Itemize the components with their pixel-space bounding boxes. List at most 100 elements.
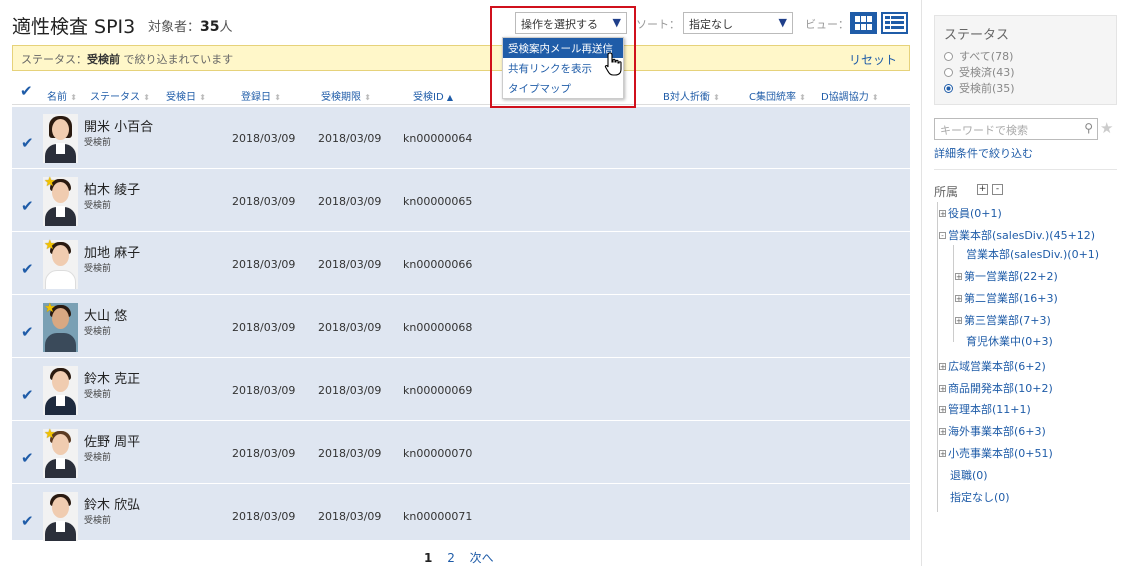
tree-item[interactable]: 育児休業中(0+3) xyxy=(966,333,1053,349)
expand-icon[interactable]: + xyxy=(939,385,946,393)
status-option-all[interactable]: すべて(78) xyxy=(944,48,1107,64)
sort-select[interactable]: 指定なし ▼ xyxy=(683,12,793,34)
expand-icon[interactable]: + xyxy=(939,210,946,218)
candidate-name[interactable]: 鈴木 欣弘 xyxy=(84,494,140,513)
avatar xyxy=(43,114,78,163)
sort-icon: ⬍ xyxy=(143,93,150,102)
table-row[interactable]: ✔ 鈴木 克正 受検前 2018/03/09 2018/03/09 kn0000… xyxy=(12,359,910,421)
favorite-star-icon[interactable]: ★ xyxy=(1100,119,1113,137)
expand-icon[interactable]: + xyxy=(939,450,946,458)
list-view-button[interactable] xyxy=(881,12,908,34)
tree-item[interactable]: 退職(0) xyxy=(950,467,988,483)
reg-date: 2018/03/09 xyxy=(232,384,296,397)
org-title: 所属 xyxy=(934,185,959,199)
table-row[interactable]: ✔ 鈴木 欣弘 受検前 2018/03/09 2018/03/09 kn0000… xyxy=(12,485,910,541)
collapse-icon[interactable]: - xyxy=(939,232,946,240)
row-checkbox[interactable]: ✔ xyxy=(21,197,34,215)
sort-label: ソート： xyxy=(636,18,680,31)
tree-item[interactable]: + 商品開発本部(10+2) xyxy=(939,380,1053,396)
tree-item[interactable]: + 広域営業本部(6+2) xyxy=(939,358,1046,374)
status-filter-title: ステータス xyxy=(944,28,1010,43)
expand-icon[interactable]: + xyxy=(955,317,962,325)
col-exam-date[interactable]: 受検日 ⬍ xyxy=(166,88,206,103)
avatar xyxy=(43,492,78,541)
reset-link[interactable]: リセット xyxy=(849,51,897,68)
col-name[interactable]: 名前 ⬍ xyxy=(47,88,77,103)
tree-item[interactable]: 指定なし(0) xyxy=(950,489,1010,505)
select-all-checkbox[interactable]: ✔ xyxy=(20,84,34,99)
sidebar-divider xyxy=(934,169,1117,170)
col-d[interactable]: D協調協力 ⬍ xyxy=(821,88,879,103)
sidebar: ステータス すべて(78) 受検済(43) 受検前(35) キーワードで検索 ⚲… xyxy=(921,0,1128,566)
exam-id: kn00000064 xyxy=(403,132,473,145)
tree-item[interactable]: + 海外事業本部(6+3) xyxy=(939,423,1046,439)
table-row[interactable]: ✔ 開米 小百合 受検前 2018/03/09 2018/03/09 kn000… xyxy=(12,107,910,169)
view-label: ビュー： xyxy=(805,18,849,31)
table-row[interactable]: ✔ ★ 柏木 綾子 受検前 2018/03/09 2018/03/09 kn00… xyxy=(12,170,910,232)
reg-date: 2018/03/09 xyxy=(232,258,296,271)
sort-asc-icon: ▲ xyxy=(446,93,453,102)
page-link-2[interactable]: 2 xyxy=(447,551,455,565)
tree-item[interactable]: + 第二営業部(16+3) xyxy=(955,290,1058,306)
deadline: 2018/03/09 xyxy=(318,384,382,397)
row-checkbox[interactable]: ✔ xyxy=(21,449,34,467)
row-checkbox[interactable]: ✔ xyxy=(21,386,34,404)
reg-date: 2018/03/09 xyxy=(232,510,296,523)
search-icon[interactable]: ⚲ xyxy=(1084,121,1093,135)
menu-item-type-map[interactable]: タイプマップ xyxy=(503,78,623,98)
table-row[interactable]: ✔ ★ 大山 悠 受検前 2018/03/09 2018/03/09 kn000… xyxy=(12,296,910,358)
header-divider xyxy=(12,104,910,105)
row-checkbox[interactable]: ✔ xyxy=(21,323,34,341)
col-c[interactable]: C集団統率 ⬍ xyxy=(749,88,806,103)
col-status[interactable]: ステータス ⬍ xyxy=(90,88,150,103)
reg-date: 2018/03/09 xyxy=(232,447,296,460)
expand-icon[interactable]: + xyxy=(939,363,946,371)
sort-icon: ⬍ xyxy=(713,93,720,102)
next-page-link[interactable]: 次へ xyxy=(470,551,494,565)
avatar xyxy=(43,366,78,415)
candidate-name[interactable]: 加地 麻子 xyxy=(84,242,140,261)
expand-icon[interactable]: + xyxy=(955,273,962,281)
status-option-done[interactable]: 受検済(43) xyxy=(944,64,1107,80)
row-checkbox[interactable]: ✔ xyxy=(21,134,34,152)
table-row[interactable]: ✔ ★ 加地 麻子 受検前 2018/03/09 2018/03/09 kn00… xyxy=(12,233,910,295)
exam-id: kn00000071 xyxy=(403,510,473,523)
exam-id: kn00000069 xyxy=(403,384,473,397)
candidate-name[interactable]: 大山 悠 xyxy=(84,305,127,324)
tree-item[interactable]: - 営業本部(salesDiv.)(45+12) xyxy=(939,227,1095,243)
tree-item[interactable]: + 小売事業本部(0+51) xyxy=(939,445,1053,461)
tree-item[interactable]: + 第三営業部(7+3) xyxy=(955,312,1051,328)
col-deadline[interactable]: 受検期限 ⬍ xyxy=(321,88,371,103)
candidate-name[interactable]: 佐野 周平 xyxy=(84,431,140,450)
candidate-status: 受検前 xyxy=(84,264,112,274)
star-icon: ★ xyxy=(44,301,56,316)
expand-all-icon[interactable]: + xyxy=(977,184,988,195)
col-b[interactable]: B対人折衝 ⬍ xyxy=(663,88,720,103)
reg-date: 2018/03/09 xyxy=(232,321,296,334)
row-checkbox[interactable]: ✔ xyxy=(21,260,34,278)
col-exam-id[interactable]: 受検ID ▲ xyxy=(413,88,453,103)
sort-icon: ⬍ xyxy=(70,93,77,102)
expand-icon[interactable]: + xyxy=(939,406,946,414)
candidate-name[interactable]: 鈴木 克正 xyxy=(84,368,140,387)
tree-item[interactable]: + 第一営業部(22+2) xyxy=(955,268,1058,284)
tree-item[interactable]: + 役員(0+1) xyxy=(939,205,1002,221)
collapse-all-icon[interactable]: - xyxy=(992,184,1003,195)
detail-filter-link[interactable]: 詳細条件で絞り込む xyxy=(934,145,1033,161)
expand-icon[interactable]: + xyxy=(955,295,962,303)
radio-icon xyxy=(944,52,953,61)
expand-icon[interactable]: + xyxy=(939,428,946,436)
col-reg-date[interactable]: 登録日 ⬍ xyxy=(241,88,281,103)
grid-view-button[interactable] xyxy=(850,12,877,34)
status-filter-box: ステータス すべて(78) 受検済(43) 受検前(35) xyxy=(934,15,1117,105)
tree-item[interactable]: 営業本部(salesDiv.)(0+1) xyxy=(966,246,1099,262)
candidate-name[interactable]: 柏木 綾子 xyxy=(84,179,140,198)
candidate-name[interactable]: 開米 小百合 xyxy=(84,116,153,135)
exam-id: kn00000065 xyxy=(403,195,473,208)
deadline: 2018/03/09 xyxy=(318,321,382,334)
table-row[interactable]: ✔ ★ 佐野 周平 受検前 2018/03/09 2018/03/09 kn00… xyxy=(12,422,910,484)
keyword-search-input[interactable]: キーワードで検索 ⚲ xyxy=(934,118,1098,140)
tree-item[interactable]: + 管理本部(11+1) xyxy=(939,401,1031,417)
status-option-pending[interactable]: 受検前(35) xyxy=(944,80,1107,96)
row-checkbox[interactable]: ✔ xyxy=(21,512,34,530)
